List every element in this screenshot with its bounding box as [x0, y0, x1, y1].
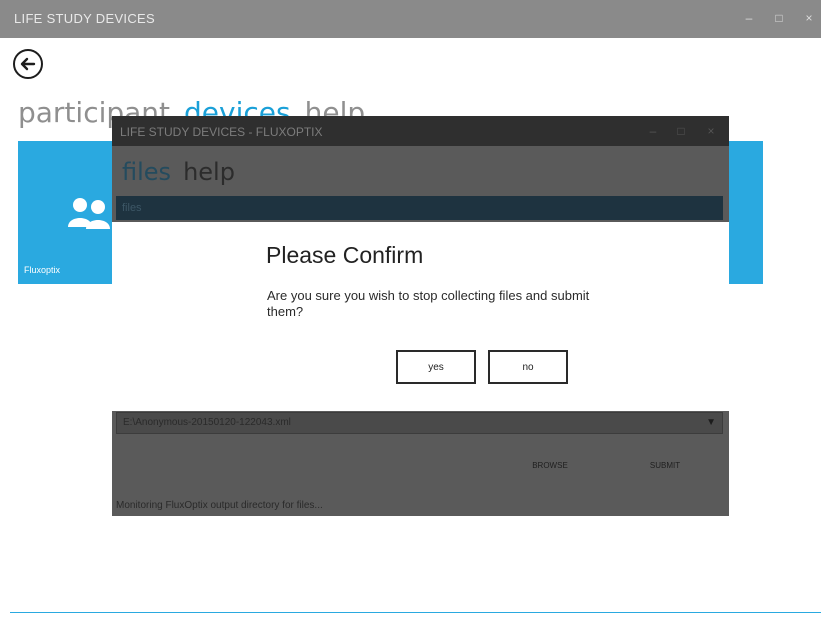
title-bar: LIFE STUDY DEVICES – □ ×: [0, 0, 821, 38]
dialog-title: Please Confirm: [266, 242, 424, 268]
divider: [10, 612, 821, 613]
file-select-value: E:\Anonymous-20150120-122043.xml: [123, 417, 291, 428]
tile-label: Fluxoptix: [24, 265, 61, 275]
chevron-down-icon: ▼: [706, 417, 716, 428]
minimize-icon[interactable]: –: [740, 10, 758, 26]
inner-title-bar: LIFE STUDY DEVICES - FLUXOPTIX – □ ×: [112, 116, 729, 146]
maximize-icon[interactable]: □: [672, 123, 690, 139]
dialog-message: Are you sure you wish to stop collecting…: [267, 288, 590, 319]
files-header-bar: files: [116, 196, 723, 220]
confirm-dialog: Please Confirm Are you sure you wish to …: [112, 222, 729, 411]
people-icon: [68, 198, 110, 229]
minimize-icon[interactable]: –: [644, 123, 662, 139]
back-button[interactable]: [13, 49, 43, 79]
arrow-left-icon: [20, 57, 36, 71]
maximize-icon[interactable]: □: [770, 10, 788, 26]
status-text: Monitoring FluxOptix output directory fo…: [116, 500, 323, 511]
file-select[interactable]: E:\Anonymous-20150120-122043.xml ▼: [116, 412, 723, 434]
window-title: LIFE STUDY DEVICES: [14, 11, 155, 26]
no-button[interactable]: no: [488, 350, 568, 384]
inner-window-title: LIFE STUDY DEVICES - FLUXOPTIX: [120, 125, 323, 139]
browse-button[interactable]: BROWSE: [510, 456, 590, 476]
submit-button[interactable]: SUBMIT: [620, 456, 710, 476]
inner-nav: files help: [122, 158, 235, 186]
files-header-label: files: [122, 202, 142, 214]
inner-nav-help[interactable]: help: [183, 158, 235, 186]
yes-button[interactable]: yes: [396, 350, 476, 384]
close-icon[interactable]: ×: [800, 10, 818, 26]
close-icon[interactable]: ×: [702, 123, 720, 139]
inner-nav-files[interactable]: files: [122, 158, 171, 186]
